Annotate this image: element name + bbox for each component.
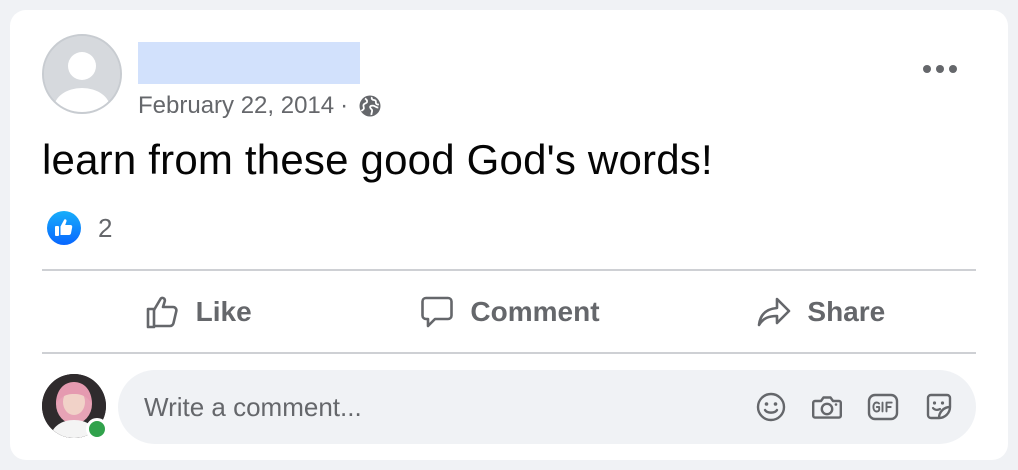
default-user-icon	[44, 36, 120, 112]
comment-box[interactable]	[118, 370, 976, 444]
divider-bottom	[42, 352, 976, 354]
like-reaction-icon	[47, 211, 81, 245]
post-card: February 22, 2014 · learn from these goo…	[10, 10, 1008, 460]
comment-button-label: Comment	[470, 296, 600, 327]
meta-separator: ·	[340, 92, 349, 119]
gif-icon[interactable]	[866, 390, 900, 424]
post-date[interactable]: February 22, 2014	[138, 92, 334, 120]
more-options-button[interactable]	[918, 54, 962, 84]
comment-bubble-icon	[421, 296, 454, 328]
divider-top	[42, 269, 976, 271]
reaction-count: 2	[98, 212, 113, 243]
camera-icon[interactable]	[810, 390, 844, 424]
current-user-avatar[interactable]	[42, 374, 108, 440]
more-dots-icon	[923, 65, 957, 73]
share-button-label: Share	[807, 296, 886, 327]
reaction-summary[interactable]: 2	[46, 210, 112, 246]
sticker-icon[interactable]	[922, 390, 956, 424]
emoji-icon[interactable]	[754, 390, 788, 424]
online-status-dot	[86, 418, 108, 440]
author-avatar[interactable]	[42, 34, 122, 114]
thumbs-up-icon	[146, 296, 178, 329]
comment-input[interactable]	[142, 386, 754, 428]
post-text: learn from these good God's words!	[42, 136, 713, 183]
globe-icon[interactable]	[358, 94, 382, 118]
post-meta: February 22, 2014 ·	[138, 92, 382, 120]
like-button-label: Like	[195, 296, 252, 327]
share-button[interactable]: Share	[665, 272, 976, 352]
comment-composer	[42, 368, 976, 446]
like-button[interactable]: Like	[42, 272, 353, 352]
comment-tools	[754, 390, 956, 424]
comment-button[interactable]: Comment	[353, 272, 664, 352]
author-name-redacted[interactable]	[138, 42, 360, 84]
post-header: February 22, 2014 ·	[42, 34, 976, 119]
share-arrow-icon	[758, 297, 791, 327]
post-actions: Like Comment Share	[42, 272, 976, 352]
